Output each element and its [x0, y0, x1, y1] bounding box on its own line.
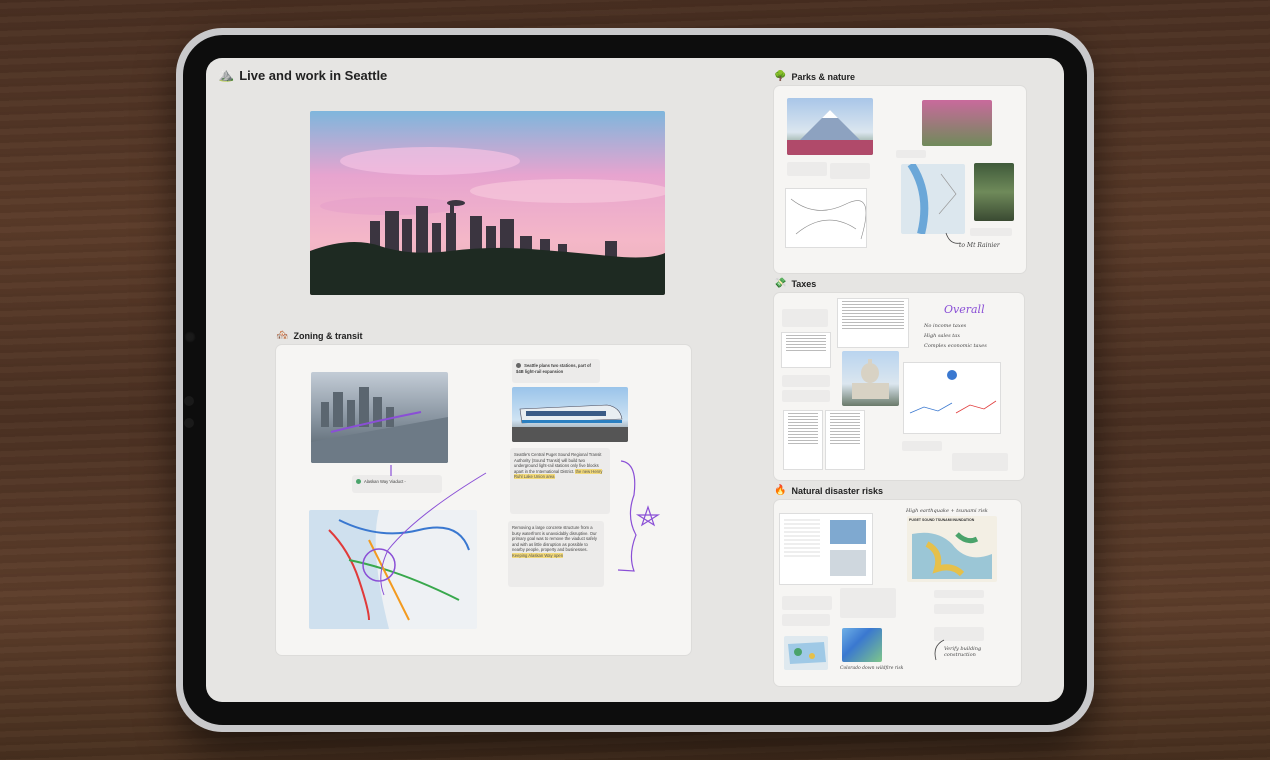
earthquake-report-document[interactable]: [780, 514, 872, 584]
disaster-handwriting-bottom-left: Colorado down wildfire risk: [840, 666, 904, 671]
parks-title-text: Parks & nature: [791, 71, 855, 82]
note-tax-1[interactable]: [782, 309, 828, 327]
note-park-1[interactable]: [787, 162, 827, 176]
fire-icon: 🔥: [774, 485, 787, 496]
wildfire-map-co-image[interactable]: [842, 628, 882, 662]
disaster-card[interactable]: High earthquake + tsunami risk PUGET SOU…: [774, 500, 1021, 686]
wildfire-us-illustration: [788, 642, 826, 664]
board-title: ⛰️ Live and work in Seattle: [218, 67, 387, 83]
note-disaster-2[interactable]: [782, 596, 832, 610]
tax-article-document-1[interactable]: [784, 411, 822, 469]
tsunami-map-illustration: [912, 532, 992, 579]
note-disaster-4[interactable]: [934, 590, 984, 598]
parks-map-illustration: [907, 164, 957, 234]
ink-annotations: [380, 460, 661, 596]
disaster-handwriting-bottom-right: Verify building construction: [944, 646, 982, 658]
note-park-2[interactable]: [830, 163, 870, 179]
note-disaster-3[interactable]: [782, 614, 830, 626]
capitol-building-image[interactable]: [842, 351, 899, 406]
parks-handwriting: to Mt Rainier: [959, 242, 1000, 249]
trail-map-lines: [790, 198, 867, 240]
sensor-icon: [184, 396, 194, 406]
skyline-image[interactable]: [310, 111, 665, 295]
note-disaster-5[interactable]: [934, 604, 984, 614]
mountain-icon: ⛰️: [218, 67, 235, 82]
tax-table-document[interactable]: [782, 333, 830, 367]
trail-map-document[interactable]: [786, 189, 867, 247]
zoning-card[interactable]: Seattle plans two stations, part of $4B …: [276, 345, 691, 655]
houses-icon: 🏘️: [276, 330, 289, 341]
note-tax-4[interactable]: [902, 441, 942, 451]
earthquake-report-layout: [784, 519, 866, 576]
ink-arrow: [945, 232, 961, 244]
tree-icon: 🌳: [774, 71, 787, 82]
mountain-illustration: [787, 110, 873, 155]
ink-arrow: [934, 639, 945, 661]
disaster-title-text: Natural disaster risks: [791, 485, 883, 496]
japanese-garden-image[interactable]: [922, 100, 992, 146]
section-title-zoning: 🏘️ Zoning & transit: [276, 330, 362, 341]
parks-card[interactable]: to Mt Rainier: [774, 86, 1026, 273]
taxes-handwriting-title: Overall: [944, 303, 985, 316]
disaster-handwriting-top: High earthquake + tsunami risk: [906, 508, 988, 514]
tax-report-charts: [909, 370, 997, 414]
camera-icon: [184, 331, 196, 343]
parks-map-image[interactable]: [901, 164, 965, 234]
tax-report-document[interactable]: [904, 363, 1000, 433]
section-title-disaster: 🔥 Natural disaster risks: [774, 485, 883, 496]
note-tax-3[interactable]: [782, 390, 830, 402]
mount-fuji-image[interactable]: [787, 98, 873, 155]
tsunami-map-image[interactable]: PUGET SOUND TSUNAMI INUNDATION: [907, 516, 997, 582]
money-icon: 💸: [774, 278, 787, 289]
taxes-handwriting-line-2: High sales tax: [924, 333, 961, 339]
zoning-title-text: Zoning & transit: [293, 330, 363, 341]
note-park-4[interactable]: [970, 228, 1012, 236]
tax-article-document-2[interactable]: [826, 411, 864, 469]
board-title-text: Live and work in Seattle: [239, 67, 388, 83]
note-disaster-1[interactable]: [840, 588, 896, 618]
sensor-icon: [184, 418, 194, 428]
taxes-handwriting-line-3: Complex economic taxes: [924, 343, 987, 349]
whiteboard-canvas[interactable]: ⛰️ Live and work in Seattle 🏘️ Zoning & …: [206, 58, 1064, 702]
note-tax-2[interactable]: [782, 375, 830, 387]
note-park-3[interactable]: [896, 150, 926, 158]
forest-trail-image[interactable]: [974, 163, 1014, 221]
section-title-taxes: 💸 Taxes: [774, 278, 816, 289]
taxes-title-text: Taxes: [791, 278, 817, 289]
note-tax-5[interactable]: [952, 453, 1008, 471]
capitol-illustration: [852, 359, 889, 399]
wildfire-map-us-image[interactable]: [784, 636, 828, 670]
taxes-card[interactable]: Overall No income taxes High sales tax C…: [774, 293, 1024, 480]
skyline-illustration: [310, 111, 665, 295]
taxes-handwriting-line-1: No income taxes: [924, 323, 967, 329]
tax-rates-document[interactable]: [838, 299, 908, 347]
section-title-parks: 🌳 Parks & nature: [774, 71, 855, 82]
tsunami-map-title: PUGET SOUND TSUNAMI INUNDATION: [909, 518, 975, 522]
